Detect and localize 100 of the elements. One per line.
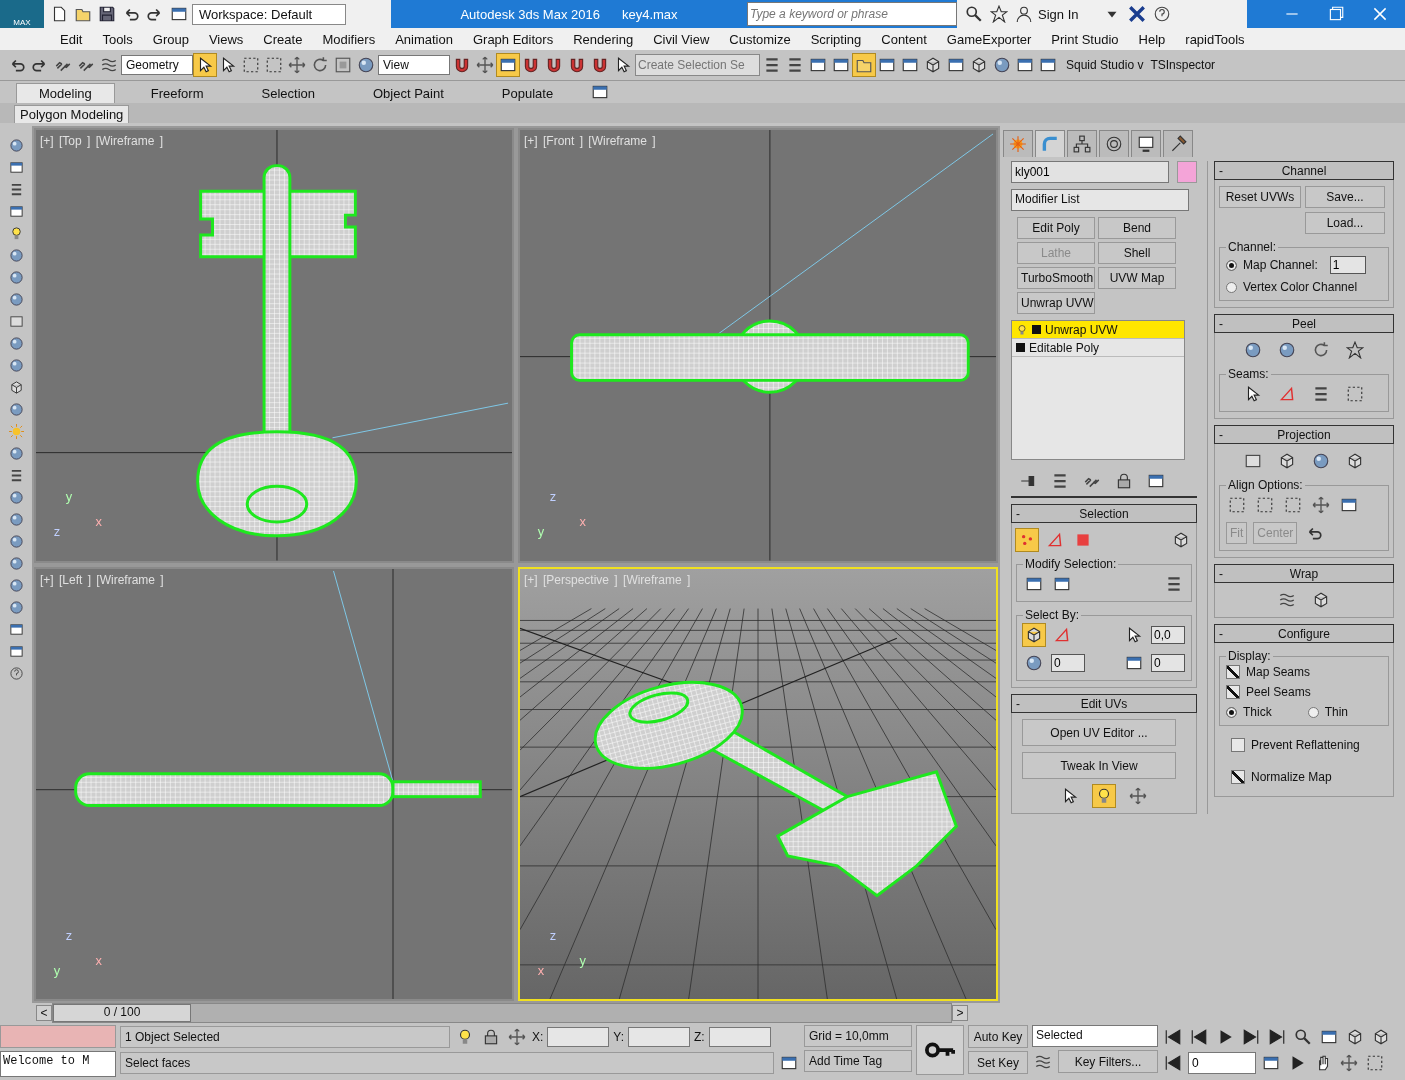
bulb-icon[interactable] [1093,785,1115,807]
star-icon[interactable] [1344,339,1366,361]
menu-item[interactable]: Tools [92,31,143,47]
plugin-button[interactable]: Squid Studio v [1066,58,1144,72]
rollout-header[interactable]: - Wrap [1214,564,1394,583]
set-key-button[interactable]: Set Key [968,1051,1028,1074]
menu-item[interactable]: Customize [719,31,801,47]
viewport[interactable]: [+] [Top ] [Wireframe ] y z x [34,128,514,563]
cross-arrows-icon[interactable] [1127,785,1149,807]
menu-item[interactable]: Views [198,31,254,47]
menu-item[interactable]: Scripting [800,31,872,47]
viewport-label[interactable]: [+] [Front ] [Wireframe ] [524,134,656,148]
app-logo[interactable]: MAX [0,0,44,28]
uv-button[interactable]: Tweak In View [1022,752,1176,779]
menu-item[interactable]: Edit [50,31,93,47]
star-icon[interactable] [988,3,1010,25]
modifier-button[interactable]: Edit Poly [1017,217,1095,239]
listener-output[interactable]: Welcome to M [0,1050,116,1077]
menu-item[interactable]: Graph Editors [462,31,564,47]
selection-filter-dropdown[interactable]: Geometry [121,55,193,75]
key-mode-dropdown[interactable]: Selected [1032,1025,1158,1047]
workspace-dropdown[interactable]: Workspace: Default [192,3,346,25]
spinner-field[interactable]: 0 [1151,654,1185,672]
modifier-button[interactable]: Shell [1098,242,1176,264]
viewport-label[interactable]: [+] [Top ] [Wireframe ] [40,134,164,148]
menu-item[interactable]: Create [253,31,313,47]
cube-icon[interactable] [1023,624,1045,646]
coordinate-field[interactable] [628,1026,691,1047]
checkbox[interactable] [1226,685,1240,699]
checkbox[interactable] [1226,665,1240,679]
panel-tab[interactable] [1163,130,1193,157]
vertex-icon[interactable] [1016,529,1038,551]
rollout-header[interactable]: - Selection [1011,504,1197,523]
menu-item[interactable]: Group [142,31,199,47]
viewport-label[interactable]: [+] [Left ] [Wireframe ] [40,572,164,587]
channel-button[interactable]: Load... [1305,212,1385,234]
cursor-icon[interactable] [194,54,216,76]
menu-item[interactable]: Help [1128,31,1176,47]
cross-arrows-icon[interactable] [1310,494,1332,516]
window-icon[interactable] [497,54,519,76]
viewport[interactable]: [+] [Left ] [Wireframe ] z y x [34,566,514,1001]
angle-spinner[interactable]: 0,0 [1151,626,1185,644]
ribbon-tab[interactable]: Modeling [16,83,115,103]
rollout-header[interactable]: - Peel [1214,314,1394,333]
panel-tab[interactable] [1099,130,1129,157]
modifier-button[interactable]: UVW Map [1098,267,1176,289]
stack-item[interactable]: Unwrap UVW [1012,321,1184,339]
ribbon-tab[interactable]: Object Paint [351,84,466,103]
plugin-button[interactable]: TSInspector [1150,58,1216,72]
object-color-swatch[interactable] [1177,161,1197,183]
radio-button[interactable] [1307,706,1319,718]
cross-arrows-icon[interactable] [474,54,496,76]
sign-in-link[interactable]: Sign In [1038,6,1079,22]
rollout-header[interactable]: - Projection [1214,425,1394,444]
set-key-mode-button[interactable] [916,1025,964,1075]
stack-item[interactable]: Editable Poly [1012,339,1184,357]
radio-button[interactable] [1226,281,1237,293]
ribbon-tab[interactable]: Populate [479,84,576,103]
radio-button[interactable] [1226,259,1237,271]
auto-key-button[interactable]: Auto Key [968,1025,1028,1048]
checkbox[interactable] [1231,770,1245,784]
ribbon-panel-tab[interactable]: Polygon Modeling [14,105,130,123]
ribbon-tab[interactable]: Freeform [128,84,226,103]
menu-item[interactable]: Modifiers [312,31,386,47]
panel-tab[interactable] [1131,130,1161,157]
rollout-header[interactable]: - Edit UVs [1011,694,1197,713]
uv-button[interactable]: Open UV Editor ... [1022,719,1176,746]
viewport[interactable]: [+] [Perspective ] [Wireframe ] z x y [518,566,998,1001]
named-selection-field[interactable]: Create Selection Se [635,54,760,76]
cross-arrows-icon[interactable] [286,54,308,76]
panel-tab[interactable] [1067,130,1097,157]
rollout-header[interactable]: - Channel [1214,161,1394,180]
current-frame-field[interactable]: 0 [1188,1051,1256,1074]
radio-button[interactable] [1226,706,1237,718]
modifier-button[interactable]: TurboSmooth [1017,267,1095,289]
ribbon-tab[interactable]: Selection [239,84,337,103]
modifier-button[interactable]: Unwrap UVW [1017,292,1095,314]
modifier-list-dropdown[interactable]: Modifier List [1011,189,1189,211]
modifier-button[interactable]: Bend [1098,217,1176,239]
listener-field[interactable] [0,1025,116,1048]
map-channel-spinner[interactable]: 1 [1329,256,1366,274]
folder-icon[interactable] [853,54,875,76]
spinner-field[interactable]: 0 [1051,654,1085,672]
menu-item[interactable]: Rendering [563,31,644,47]
viewport[interactable]: [+] [Front ] [Wireframe ] z y x [518,128,998,563]
coordinate-field[interactable] [708,1026,771,1047]
menu-item[interactable]: Civil View [643,31,720,47]
object-name-field[interactable]: kly001 [1011,161,1169,183]
menu-item[interactable]: Animation [385,31,463,47]
rollout-header[interactable]: - Configure [1214,624,1394,643]
channel-button[interactable]: Save... [1305,186,1385,208]
bulb-icon[interactable] [1016,323,1028,336]
previous-frame-button[interactable]: < [36,1005,52,1021]
menu-item[interactable]: Print Studio [1041,31,1129,47]
key-filters-button[interactable]: Key Filters... [1058,1050,1158,1073]
time-slider-thumb[interactable]: 0 / 100 [53,1004,191,1022]
reference-coordinate-dropdown[interactable]: View [378,55,450,75]
menu-item[interactable]: rapidTools [1175,31,1255,47]
add-time-tag-button[interactable]: Add Time Tag [804,1050,912,1072]
time-slider[interactable]: 0 / 100 [52,1003,952,1023]
